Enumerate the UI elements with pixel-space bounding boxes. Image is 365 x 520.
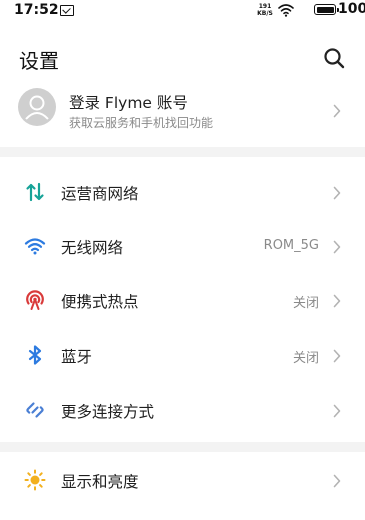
hotspot-label: 便携式热点 [61,293,139,311]
chevron-right-icon [333,186,341,200]
bluetooth-value: 关闭 [292,351,319,366]
hotspot-row[interactable]: 便携式热点 关闭 [0,280,365,320]
chevron-right-icon [333,240,341,254]
settings-screen: 17:52 191 KB/S 100 设置 登录 Flyme 账号 获取云服务和… [0,0,365,520]
account-subtitle: 获取云服务和手机找回功能 [69,116,214,130]
status-wifi-icon [278,4,294,17]
battery-icon [314,4,339,15]
wifi-icon [24,238,46,255]
mobile-network-label: 运营商网络 [61,185,139,203]
sun-icon [24,469,46,491]
wifi-label: 无线网络 [61,239,124,257]
search-icon[interactable] [322,46,346,70]
bluetooth-icon [28,345,42,365]
mobile-data-icon [26,182,44,202]
wifi-value: ROM_5G [263,238,319,253]
message-notification-icon [60,5,74,16]
network-speed-value: 191 [258,3,272,10]
chevron-right-icon [333,349,341,363]
default-avatar-icon [25,95,49,120]
status-bar: 17:52 191 KB/S 100 [0,0,365,22]
more-connections-row[interactable]: 更多连接方式 [0,390,365,430]
section-divider [0,147,365,157]
chevron-right-icon [333,104,341,118]
link-icon [26,402,44,418]
battery-level: 100 [338,1,365,17]
section-divider [0,442,365,452]
network-speed: 191 KB/S [256,3,274,17]
bluetooth-label: 蓝牙 [61,348,93,366]
chevron-right-icon [333,404,341,418]
hotspot-value: 关闭 [292,296,319,311]
network-speed-unit: KB/S [257,10,273,17]
bluetooth-row[interactable]: 蓝牙 关闭 [0,335,365,375]
more-connections-label: 更多连接方式 [61,403,155,421]
account-login-row[interactable]: 登录 Flyme 账号 获取云服务和手机找回功能 [0,84,365,148]
chevron-right-icon [333,294,341,308]
avatar [18,88,56,126]
wifi-row[interactable]: 无线网络 ROM_5G [0,226,365,266]
status-time: 17:52 [14,2,59,18]
display-brightness-label: 显示和亮度 [61,473,139,491]
chevron-right-icon [333,474,341,488]
mobile-network-row[interactable]: 运营商网络 [0,172,365,212]
account-title: 登录 Flyme 账号 [69,94,188,112]
hotspot-icon [26,290,44,310]
display-brightness-row[interactable]: 显示和亮度 [0,460,365,500]
page-title: 设置 [19,49,59,73]
